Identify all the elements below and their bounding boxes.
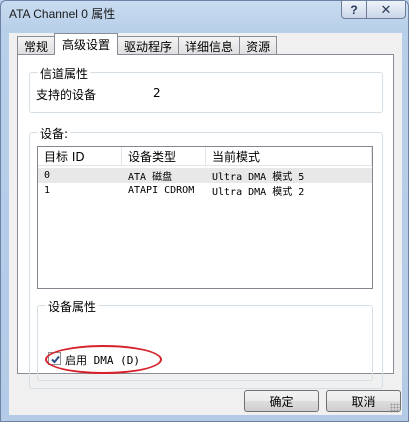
cell-current-mode: Ultra DMA 模式 2 bbox=[212, 187, 305, 198]
list-header: 目标 ID 设备类型 当前模式 bbox=[38, 147, 372, 166]
tab-driver[interactable]: 驱动程序 bbox=[117, 36, 180, 55]
column-current-mode[interactable]: 当前模式 bbox=[206, 147, 372, 166]
channel-properties-group: 信道属性 支持的设备 2 bbox=[29, 65, 383, 113]
ok-button[interactable]: 确定 bbox=[244, 390, 319, 412]
list-item[interactable]: 1 ATAPI CDROM Ultra DMA 模式 2 bbox=[38, 183, 372, 198]
devices-legend: 设备: bbox=[38, 125, 71, 142]
tab-strip: 常规 高级设置 驱动程序 详细信息 资源 bbox=[17, 33, 278, 55]
dialog-client: 常规 高级设置 驱动程序 详细信息 资源 信道属性 支持的设备 2 设备: 目标… bbox=[9, 33, 402, 415]
resize-grip[interactable] bbox=[390, 403, 400, 413]
help-button[interactable]: ? bbox=[341, 1, 367, 19]
list-item[interactable]: 0 ATA 磁盘 Ultra DMA 模式 5 bbox=[38, 168, 372, 183]
highlight-annotation bbox=[45, 345, 162, 374]
device-properties-legend: 设备属性 bbox=[46, 298, 99, 315]
help-icon: ? bbox=[350, 2, 358, 17]
devices-list[interactable]: 目标 ID 设备类型 当前模式 0 ATA 磁盘 Ultra DMA 模式 5 … bbox=[37, 146, 373, 289]
cell-target-id: 0 bbox=[44, 170, 51, 181]
close-button[interactable]: ✕ bbox=[366, 1, 406, 19]
title-bar[interactable]: ATA Channel 0 属性 ? ✕ bbox=[1, 1, 408, 27]
cell-current-mode: Ultra DMA 模式 5 bbox=[212, 172, 305, 183]
tab-general[interactable]: 常规 bbox=[17, 36, 56, 55]
cell-device-type: ATA 磁盘 bbox=[128, 172, 173, 183]
supported-devices-label: 支持的设备 bbox=[36, 88, 97, 102]
window-title: ATA Channel 0 属性 bbox=[9, 7, 116, 21]
properties-dialog: ATA Channel 0 属性 ? ✕ 常规 高级设置 驱动程序 详细信息 资… bbox=[0, 0, 409, 422]
column-target-id[interactable]: 目标 ID bbox=[38, 147, 122, 166]
column-device-type[interactable]: 设备类型 bbox=[122, 147, 206, 166]
channel-properties-legend: 信道属性 bbox=[38, 65, 91, 82]
cell-device-type: ATAPI CDROM bbox=[128, 185, 195, 196]
close-icon: ✕ bbox=[380, 1, 392, 17]
tab-advanced[interactable]: 高级设置 bbox=[54, 33, 119, 55]
tab-resources[interactable]: 资源 bbox=[239, 36, 278, 55]
supported-devices-value: 2 bbox=[153, 86, 161, 100]
tab-details[interactable]: 详细信息 bbox=[178, 36, 241, 55]
advanced-settings-panel: 信道属性 支持的设备 2 设备: 目标 ID 设备类型 当前模式 0 ATA 磁… bbox=[17, 54, 394, 389]
cell-target-id: 1 bbox=[44, 185, 51, 196]
